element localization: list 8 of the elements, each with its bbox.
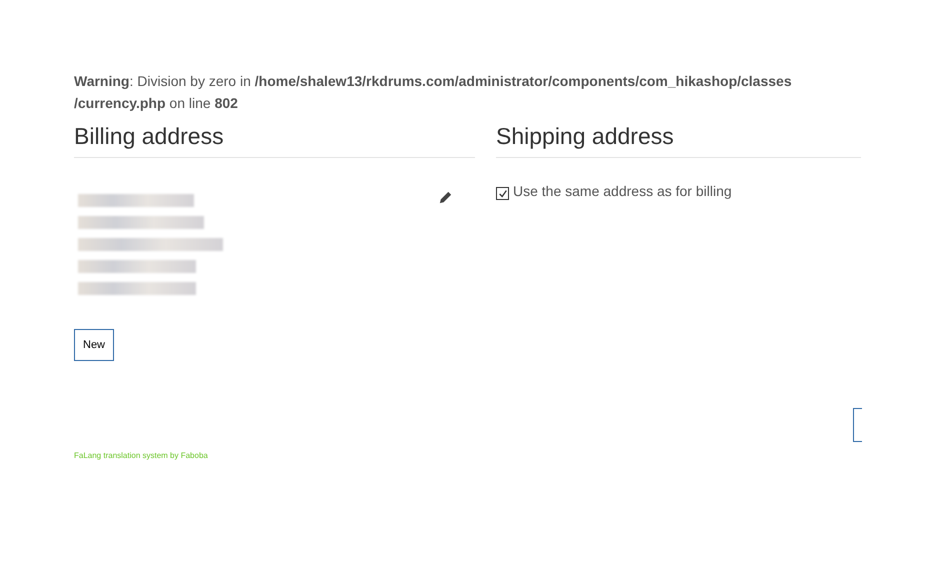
section-heading: Billing address <box>74 114 475 158</box>
new-button[interactable]: New <box>74 329 114 361</box>
partial-button[interactable] <box>853 408 862 442</box>
pencil-icon[interactable] <box>438 190 453 205</box>
warning-message: Warning: Division by zero in /home/shalew13/rkdrums.com/administrator/components/com_hikashop/classes /currency.php on line 802 <box>74 72 793 113</box>
section-heading: Shipping address <box>496 114 861 158</box>
checkbox[interactable] <box>496 187 509 200</box>
checkbox-label: Use the same address as for billing <box>513 183 732 199</box>
